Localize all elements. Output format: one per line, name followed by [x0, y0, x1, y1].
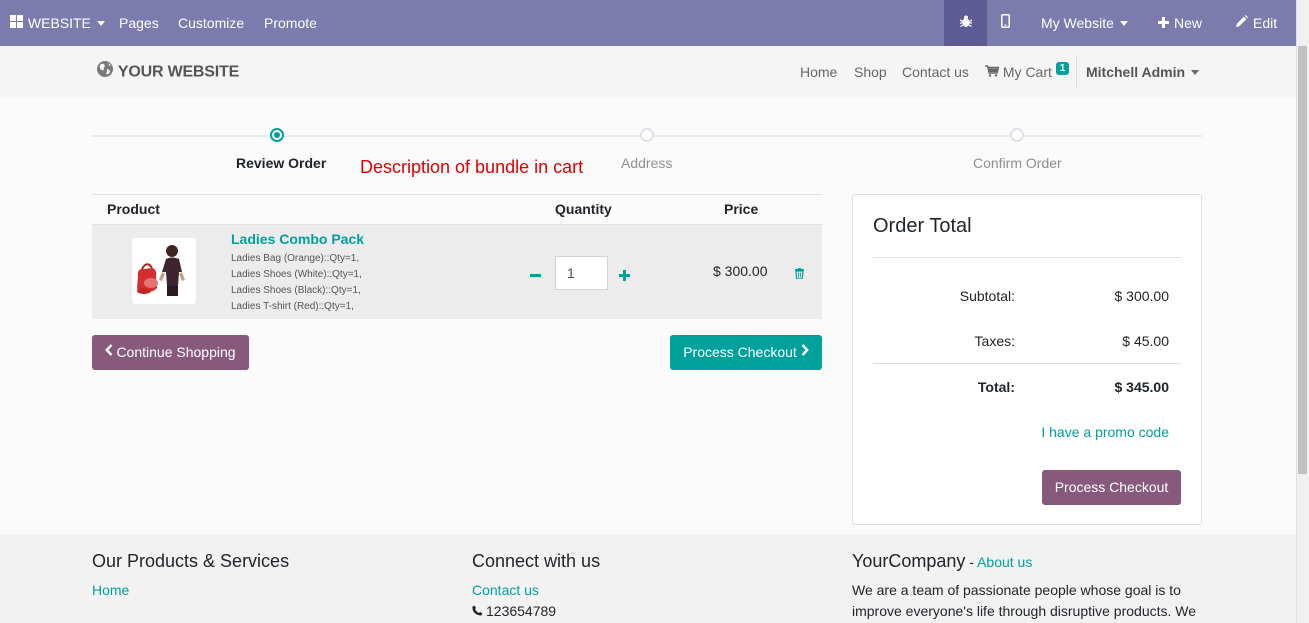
process-checkout-button[interactable]: Process Checkout: [670, 335, 822, 370]
wizard-step-dot-address: [640, 128, 654, 142]
promote-menu[interactable]: Promote: [264, 0, 317, 46]
cart-label: My Cart: [1002, 64, 1052, 80]
logo-text: YOUR WEBSITE: [117, 63, 240, 81]
phone-icon: [472, 603, 483, 619]
my-website-label: My Website: [1041, 15, 1114, 31]
nav-home[interactable]: Home: [800, 46, 837, 98]
total-divider: [873, 363, 1181, 364]
total-value: $ 345.00: [1114, 379, 1170, 395]
product-thumbnail[interactable]: [132, 238, 196, 304]
wizard-step-address: Address: [621, 155, 673, 171]
bundle-description: Ladies Bag (Orange)::Qty=1, Ladies Shoes…: [231, 251, 362, 315]
product-name-link[interactable]: Ladies Combo Pack: [231, 231, 364, 247]
increase-quantity-button[interactable]: [619, 265, 630, 285]
chevron-left-icon: [105, 334, 113, 369]
card-process-checkout-button[interactable]: Process Checkout: [1042, 470, 1181, 505]
customize-menu[interactable]: Customize: [178, 0, 244, 46]
plus-icon: [619, 270, 630, 281]
table-row: Ladies Combo Pack Ladies Bag (Orange)::Q…: [92, 225, 822, 319]
footer-contact-link[interactable]: Contact us: [472, 582, 539, 598]
continue-shopping-label: Continue Shopping: [116, 344, 236, 360]
footer: Our Products & Services Home Connect wit…: [0, 534, 1296, 623]
pencil-icon: [1235, 0, 1248, 46]
footer-company-text: We are a team of passionate people whose…: [852, 582, 1197, 619]
user-menu[interactable]: Mitchell Admin: [1086, 46, 1200, 98]
nav-contact-us[interactable]: Contact us: [902, 46, 969, 98]
website-menu[interactable]: WEBSITE: [10, 0, 105, 46]
scrollbar-thumb[interactable]: [1298, 46, 1307, 474]
subtotal-value: $ 300.00: [1114, 288, 1170, 304]
continue-shopping-button[interactable]: Continue Shopping: [92, 335, 249, 370]
footer-company-heading: YourCompany - About us: [852, 551, 1032, 572]
cart-table-header: Product Quantity Price: [92, 194, 822, 225]
line-price: $ 300.00: [713, 263, 768, 279]
website-menu-label: WEBSITE: [27, 15, 91, 31]
bundle-line: Ladies Bag (Orange)::Qty=1,: [231, 253, 360, 264]
promo-code-link[interactable]: I have a promo code: [1041, 424, 1169, 440]
product-image: [137, 245, 185, 296]
subtotal-label: Subtotal:: [959, 288, 1015, 304]
footer-products-title: Our Products & Services: [92, 551, 290, 571]
trash-icon: [795, 268, 804, 280]
site-navbar: YOUR WEBSITE Home Shop Contact us My Car…: [0, 46, 1296, 98]
quantity-input[interactable]: [555, 256, 608, 290]
mobile-icon: [1001, 0, 1010, 46]
mobile-preview-button[interactable]: [1001, 0, 1010, 46]
nav-my-cart[interactable]: My Cart 1: [985, 46, 1070, 98]
remove-line-button[interactable]: [795, 266, 804, 282]
nav-shop[interactable]: Shop: [854, 46, 887, 98]
header-price: Price: [724, 201, 759, 217]
annotation-label: Description of bundle in cart: [360, 157, 584, 177]
wizard-step-dot-review: [270, 128, 284, 142]
footer-company-title: YourCompany: [852, 551, 966, 571]
edit-label: Edit: [1253, 15, 1278, 31]
new-label: New: [1174, 15, 1203, 31]
edit-button[interactable]: Edit: [1235, 0, 1277, 46]
caret-down-icon: [1119, 20, 1128, 26]
bundle-line: Ladies T-shirt (Red)::Qty=1,: [231, 301, 354, 312]
globe-icon: [96, 60, 114, 81]
wizard-step-review-order: Review Order: [236, 155, 327, 171]
wizard-step-dot-confirm: [1010, 128, 1024, 142]
new-button[interactable]: New: [1158, 0, 1202, 46]
wizard-step-confirm-order: Confirm Order: [973, 155, 1062, 171]
header-product: Product: [107, 201, 160, 217]
pages-menu[interactable]: Pages: [119, 0, 159, 46]
admin-top-bar: WEBSITE Pages Customize Promote My Websi…: [0, 0, 1296, 46]
order-total-card: Order Total Subtotal: $ 300.00 Taxes: $ …: [852, 194, 1202, 525]
total-label: Total:: [977, 379, 1015, 395]
header-quantity: Quantity: [555, 201, 612, 217]
footer-phone: 123654789: [472, 603, 556, 619]
footer-company-separator: -: [965, 554, 978, 570]
chevron-right-icon: [801, 334, 809, 369]
site-logo[interactable]: YOUR WEBSITE: [96, 60, 240, 81]
taxes-label: Taxes:: [974, 333, 1015, 349]
my-website-menu[interactable]: My Website: [1041, 0, 1128, 46]
order-total-title: Order Total: [873, 215, 972, 237]
caret-down-icon: [1191, 69, 1200, 75]
cart-icon: [985, 46, 1000, 98]
bundle-line: Ladies Shoes (Black)::Qty=1,: [231, 285, 361, 296]
bundle-line: Ladies Shoes (White)::Qty=1,: [231, 269, 362, 280]
apps-grid-icon: [10, 0, 23, 46]
card-divider: [873, 257, 1181, 258]
bug-icon: [959, 0, 972, 46]
nav-divider: [1076, 56, 1077, 88]
taxes-value: $ 45.00: [1122, 333, 1169, 349]
decrease-quantity-button[interactable]: [530, 261, 541, 281]
process-checkout-label: Process Checkout: [683, 344, 797, 360]
user-name: Mitchell Admin: [1086, 64, 1186, 80]
caret-down-icon: [96, 20, 105, 26]
cart-count-badge: 1: [1055, 62, 1070, 75]
footer-home-link[interactable]: Home: [92, 582, 129, 598]
debug-button[interactable]: [944, 0, 987, 46]
footer-connect-title: Connect with us: [472, 551, 601, 571]
footer-phone-number: 123654789: [486, 603, 557, 619]
footer-about-link[interactable]: About us: [977, 554, 1032, 570]
plus-icon: [1158, 0, 1169, 46]
minus-icon: [530, 274, 541, 277]
